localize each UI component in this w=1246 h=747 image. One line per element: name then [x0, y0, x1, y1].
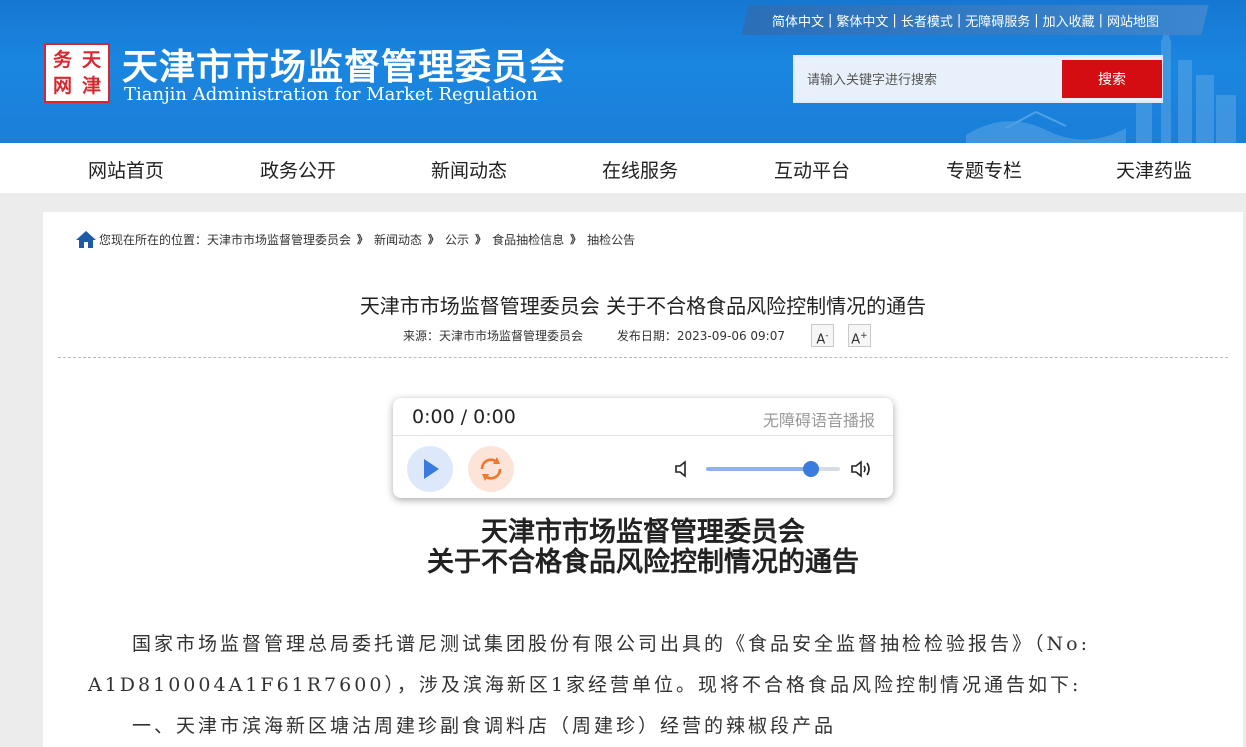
link-accessibility[interactable]: 无障碍服务 — [965, 11, 1030, 30]
nav-drug-regulation[interactable]: 天津药监 — [1116, 156, 1192, 183]
nav-online-services[interactable]: 在线服务 — [602, 156, 678, 183]
breadcrumb-arrow-icon: 》 — [428, 233, 440, 246]
font-larger-button[interactable]: A+ — [848, 324, 871, 347]
volume-knob[interactable] — [802, 461, 819, 477]
nav-interaction[interactable]: 互动平台 — [774, 156, 850, 183]
link-simplified-chinese[interactable]: 简体中文 — [772, 11, 824, 30]
breadcrumb-item-notice[interactable]: 公示 — [445, 231, 469, 248]
link-elder-mode[interactable]: 长者模式 — [901, 11, 953, 30]
divider — [58, 357, 1228, 358]
breadcrumb-item-news[interactable]: 新闻动态 — [374, 231, 422, 248]
link-add-favorite[interactable]: 加入收藏 — [1043, 11, 1095, 30]
breadcrumb-item-home[interactable]: 天津市市场监督管理委员会 — [207, 231, 351, 248]
loop-icon — [480, 457, 502, 481]
breadcrumb-arrow-icon: 》 — [570, 233, 582, 246]
paragraph-line: 国家市场监督管理总局委托谱尼测试集团股份有限公司出具的《食品安全监督抽检检验报告… — [132, 633, 1090, 655]
nav-news[interactable]: 新闻动态 — [431, 156, 507, 183]
font-smaller-button[interactable]: A- — [811, 324, 834, 347]
top-links: 简体中文 | 繁体中文 | 长者模式 | 无障碍服务 | 加入收藏 | 网站地图 — [772, 11, 1160, 30]
play-icon — [424, 459, 439, 479]
nav-home[interactable]: 网站首页 — [88, 156, 164, 183]
search-box: 搜索 — [793, 55, 1163, 103]
breadcrumb: 您现在所在的位置： 天津市市场监督管理委员会 》 新闻动态 》 公示 》 食品抽… — [75, 229, 635, 249]
audio-player: 0:00 / 0:00 无障碍语音播报 — [393, 398, 893, 498]
breadcrumb-prefix: 您现在所在的位置： — [99, 232, 208, 247]
main-nav: 网站首页 政务公开 新闻动态 在线服务 互动平台 专题专栏 天津药监 — [0, 143, 1246, 193]
search-input[interactable] — [807, 69, 1057, 91]
site-subtitle: Tianjin Administration for Market Regula… — [124, 84, 538, 105]
link-sitemap[interactable]: 网站地图 — [1107, 11, 1159, 30]
page-title: 天津市市场监督管理委员会 关于不合格食品风险控制情况的通告 — [359, 294, 927, 318]
search-button[interactable]: 搜索 — [1062, 60, 1162, 98]
nav-government-affairs[interactable]: 政务公开 — [260, 156, 336, 183]
nav-topics[interactable]: 专题专栏 — [946, 156, 1022, 183]
document-title: 天津市市场监督管理委员会 关于不合格食品风险控制情况的通告 — [43, 518, 1243, 578]
breadcrumb-arrow-icon: 》 — [357, 233, 369, 246]
site-header: 简体中文 | 繁体中文 | 长者模式 | 无障碍服务 | 加入收藏 | 网站地图… — [0, 0, 1246, 143]
home-icon — [76, 231, 96, 248]
audio-time: 0:00 / 0:00 — [412, 406, 516, 428]
volume-fill — [706, 467, 811, 471]
volume-high-icon[interactable] — [849, 458, 875, 480]
link-traditional-chinese[interactable]: 繁体中文 — [836, 11, 888, 30]
breadcrumb-item-inspection-notice[interactable]: 抽检公告 — [587, 231, 635, 248]
article-date: 发布日期：2023-09-06 09:07 — [616, 329, 785, 343]
logo-seal[interactable]: 务 天 网 津 — [44, 43, 110, 103]
volume-slider[interactable] — [706, 461, 840, 477]
play-button[interactable] — [407, 446, 453, 492]
site-title[interactable]: 天津市市场监督管理委员会 — [122, 38, 566, 90]
article-source: 来源：天津市市场监督管理委员会 — [403, 329, 584, 343]
document-title-line-2: 关于不合格食品风险控制情况的通告 — [427, 547, 859, 578]
loop-button[interactable] — [468, 446, 514, 492]
breadcrumb-arrow-icon: 》 — [475, 233, 487, 246]
volume-low-icon[interactable] — [673, 459, 693, 479]
article-meta: 来源：天津市市场监督管理委员会 发布日期：2023-09-06 09:07 — [403, 327, 785, 344]
article-panel: 您现在所在的位置： 天津市市场监督管理委员会 》 新闻动态 》 公示 》 食品抽… — [43, 212, 1243, 747]
paragraph-line: 一、天津市滨海新区塘沽周建珍副食调料店（周建珍）经营的辣椒段产品 — [132, 715, 837, 737]
document-body: 国家市场监督管理总局委托谱尼测试集团股份有限公司出具的《食品安全监督抽检检验报告… — [88, 624, 1188, 747]
paragraph-line: A1D810004A1F61R7600），涉及滨海新区1家经营单位。现将不合格食… — [88, 674, 1082, 696]
audio-label: 无障碍语音播报 — [762, 411, 875, 430]
player-divider — [393, 435, 893, 436]
document-title-line-1: 天津市市场监督管理委员会 — [481, 517, 805, 548]
breadcrumb-item-food-inspection[interactable]: 食品抽检信息 — [492, 231, 564, 248]
